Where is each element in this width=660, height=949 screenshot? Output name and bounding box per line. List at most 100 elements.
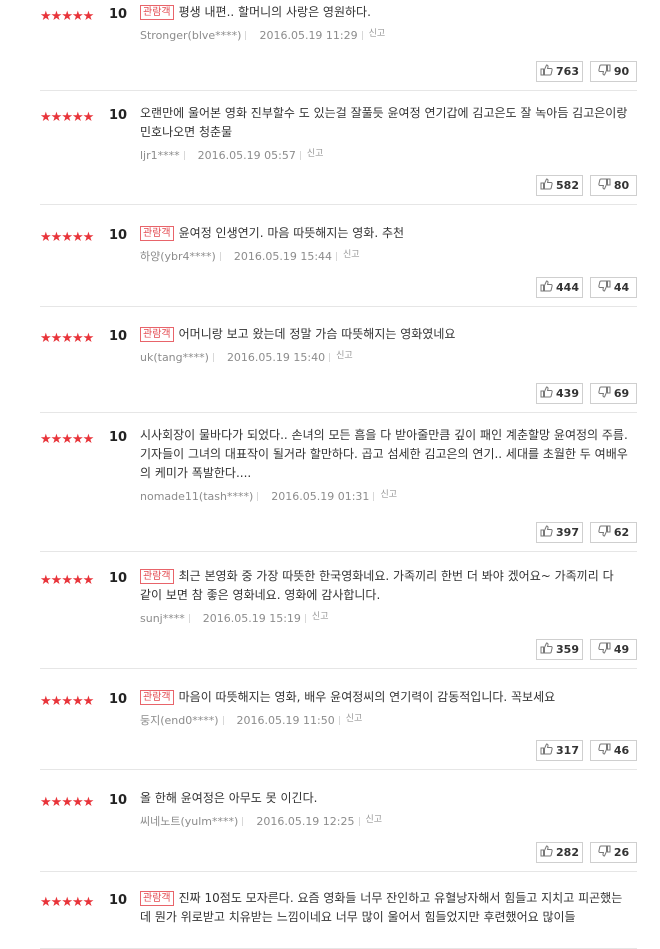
report-link[interactable]: 신고 <box>346 714 363 724</box>
review-item: ★★★★★ 10 관람객 진짜 10점도 모자른다. 요즘 영화들 너무 잔인하고 유… <box>40 889 637 949</box>
report-link[interactable]: 신고 <box>343 250 360 260</box>
report-link[interactable]: 신고 <box>380 490 397 500</box>
dislike-button[interactable]: 62 <box>590 522 637 543</box>
vote-buttons: 282 26 <box>536 842 637 863</box>
review-score: 10 <box>109 571 128 586</box>
like-button[interactable]: 763 <box>536 61 583 82</box>
review-text-block: 관람객 마음이 따뜻해지는 영화, 배우 윤여정씨의 연기력이 감동적입니다. 꼭… <box>140 688 628 707</box>
like-count: 397 <box>556 526 579 539</box>
review-score: 10 <box>109 7 128 22</box>
review-author[interactable]: sunj**** <box>140 612 185 625</box>
star-rating: ★★★★★ <box>40 895 94 910</box>
review-meta: sunj**** 2016.05.19 15:19 신고 <box>140 610 628 626</box>
like-button[interactable]: 582 <box>536 175 583 196</box>
review-text: 어머니랑 보고 왔는데 정말 가슴 따뜻해지는 영화였네요 <box>178 327 456 341</box>
audience-badge: 관람객 <box>140 690 174 705</box>
like-count: 439 <box>556 387 579 400</box>
star-icon: ★ <box>61 230 73 245</box>
vote-buttons: 444 44 <box>536 277 637 298</box>
review-date: 2016.05.19 15:44 <box>233 250 333 263</box>
review-score: 10 <box>109 430 128 445</box>
review-text-block: 관람객 윤여정 인생연기. 마음 따뜻해지는 영화. 추천 <box>140 224 628 243</box>
dislike-button[interactable]: 49 <box>590 639 637 660</box>
dislike-button[interactable]: 26 <box>590 842 637 863</box>
dislike-button[interactable]: 46 <box>590 740 637 761</box>
review-date: 2016.05.19 15:19 <box>202 612 301 625</box>
dislike-button[interactable]: 69 <box>590 383 637 404</box>
dislike-button[interactable]: 90 <box>590 61 637 82</box>
star-rating: ★★★★★ <box>40 694 94 709</box>
star-icon: ★ <box>82 432 95 447</box>
review-date: 2016.05.19 01:31 <box>271 490 370 503</box>
review-score: 10 <box>109 108 128 123</box>
like-button[interactable]: 359 <box>536 639 583 660</box>
star-icon: ★ <box>50 694 63 709</box>
review-author[interactable]: 씨네노트(yulm****) <box>140 815 238 828</box>
meta-divider <box>245 31 247 40</box>
star-icon: ★ <box>82 795 95 810</box>
like-button[interactable]: 317 <box>536 740 583 761</box>
report-link[interactable]: 신고 <box>369 29 386 39</box>
meta-divider <box>336 252 338 261</box>
star-icon: ★ <box>82 110 95 125</box>
review-text-block: 관람객 어머니랑 보고 왔는데 정말 가슴 따뜻해지는 영화였네요 <box>140 325 628 344</box>
thumbs-up-icon <box>540 280 556 295</box>
like-button[interactable]: 439 <box>536 383 583 404</box>
star-icon: ★ <box>50 895 63 910</box>
review-item: ★★★★★ 10 관람객 윤여정 인생연기. 마음 따뜻해지는 영화. 추천 하양(yb… <box>40 224 637 307</box>
star-icon: ★ <box>40 331 52 346</box>
review-content: 관람객 진짜 10점도 모자른다. 요즘 영화들 너무 잔인하고 유혈낭자해서 힘… <box>140 889 628 927</box>
report-link[interactable]: 신고 <box>307 149 324 159</box>
dislike-count: 90 <box>613 65 630 78</box>
review-text-block: 시사회장이 물바다가 되었다.. 손녀의 모든 흠을 다 받아줄만큼 깊이 패인… <box>140 426 628 483</box>
review-author[interactable]: Stronger(blve****) <box>140 29 241 42</box>
meta-divider <box>373 492 375 501</box>
star-icon: ★ <box>40 694 52 709</box>
star-icon: ★ <box>50 432 63 447</box>
thumbs-down-icon <box>598 280 614 295</box>
like-count: 282 <box>556 846 579 859</box>
meta-divider <box>358 817 360 826</box>
audience-badge: 관람객 <box>140 226 174 241</box>
star-rating: ★★★★★ <box>40 573 94 588</box>
like-button[interactable]: 444 <box>536 277 583 298</box>
like-button[interactable]: 282 <box>536 842 583 863</box>
dislike-button[interactable]: 80 <box>590 175 637 196</box>
meta-divider <box>188 614 190 623</box>
star-icon: ★ <box>71 9 84 24</box>
review-score: 10 <box>109 793 128 808</box>
review-author[interactable]: nomade11(tash****) <box>140 490 253 503</box>
review-text: 최근 본영화 중 가장 따뜻한 한국영화네요. 가족끼리 한번 더 봐야 겠어요… <box>140 569 614 602</box>
review-text: 윤여정 인생연기. 마음 따뜻해지는 영화. 추천 <box>178 226 405 240</box>
thumbs-down-icon <box>598 525 614 540</box>
review-author[interactable]: 둥지(end0****) <box>140 714 219 727</box>
thumbs-up-icon <box>540 64 556 79</box>
review-score: 10 <box>109 692 128 707</box>
meta-divider <box>219 252 221 261</box>
review-author[interactable]: 하양(ybr4****) <box>140 250 216 263</box>
thumbs-down-icon <box>598 386 614 401</box>
review-score: 10 <box>109 893 128 908</box>
review-author[interactable]: ljr1**** <box>140 149 180 162</box>
report-link[interactable]: 신고 <box>312 612 329 622</box>
review-author[interactable]: uk(tang****) <box>140 351 209 364</box>
report-link[interactable]: 신고 <box>366 815 383 825</box>
meta-divider <box>304 614 306 623</box>
review-text: 평생 내편.. 할머니의 사랑은 영원하다. <box>178 5 371 19</box>
audience-badge: 관람객 <box>140 891 174 906</box>
star-icon: ★ <box>71 573 84 588</box>
review-meta: 둥지(end0****) 2016.05.19 11:50 신고 <box>140 712 628 728</box>
vote-buttons: 439 69 <box>536 383 637 404</box>
star-icon: ★ <box>61 110 73 125</box>
dislike-button[interactable]: 44 <box>590 277 637 298</box>
like-button[interactable]: 397 <box>536 522 583 543</box>
star-rating: ★★★★★ <box>40 110 95 125</box>
review-text-block: 올 한해 윤여정은 아무도 못 이긴다. <box>140 789 628 808</box>
star-icon: ★ <box>82 9 95 24</box>
star-rating: ★★★★★ <box>40 432 95 447</box>
report-link[interactable]: 신고 <box>336 351 353 361</box>
star-icon: ★ <box>40 230 52 245</box>
star-icon: ★ <box>71 432 84 447</box>
vote-buttons: 397 62 <box>536 522 637 543</box>
meta-divider <box>183 151 185 160</box>
